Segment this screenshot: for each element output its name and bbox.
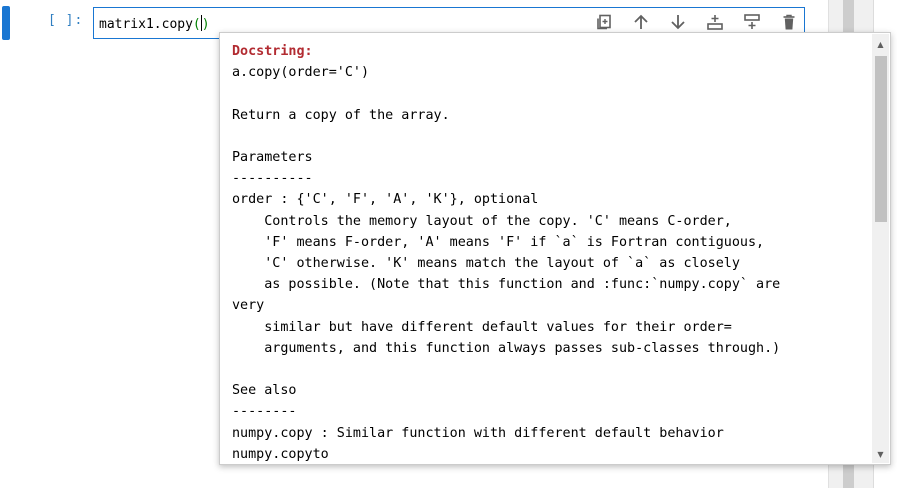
- docstring-line: arguments, and this function always pass…: [232, 340, 781, 356]
- scroll-up-arrow-icon[interactable]: ▲: [872, 36, 889, 53]
- docstring-line: numpy.copy : Similar function with diffe…: [232, 425, 724, 441]
- insert-above-button[interactable]: [696, 10, 733, 34]
- code-text: matrix1.copy: [99, 17, 193, 32]
- docstring-line: numpy.copyto: [232, 446, 329, 462]
- docstring-line: [232, 126, 862, 147]
- delete-button[interactable]: [770, 10, 807, 34]
- docstring-line: as possible. (Note that this function an…: [232, 277, 781, 293]
- docstring-line: Controls the memory layout of the copy. …: [232, 213, 732, 229]
- insert-above-icon: [706, 15, 723, 30]
- docstring-body: a.copy(order='C') Return a copy of the ar…: [232, 62, 862, 465]
- docstring-line: [232, 83, 862, 104]
- cell-prompt: [ ]:: [48, 13, 84, 28]
- paren-open: (: [192, 17, 201, 32]
- insert-below-icon: [743, 14, 760, 29]
- docstring-line: [232, 359, 862, 380]
- docstring-line: 'C' otherwise. 'K' means match the layou…: [232, 256, 740, 271]
- duplicate-button[interactable]: [585, 10, 622, 34]
- docstring-line: Parameters: [232, 149, 313, 165]
- move-down-icon: [670, 15, 685, 30]
- duplicate-icon: [596, 14, 611, 30]
- tooltip-scrollbar-thumb[interactable]: [875, 56, 887, 222]
- docstring-line: See also: [232, 383, 297, 399]
- insert-below-button[interactable]: [733, 10, 770, 34]
- paren-close: ): [201, 17, 210, 32]
- docstring-line: --------: [232, 404, 297, 420]
- docstring-line: a.copy(order='C'): [232, 65, 370, 81]
- docstring-content: Docstring: a.copy(order='C') Return a copy…: [232, 41, 862, 465]
- docstring-tooltip: Docstring: a.copy(order='C') Return a copy…: [219, 32, 891, 465]
- docstring-line: 'F' means F-order, 'A' means 'F' if `a` …: [232, 234, 765, 250]
- tooltip-scrollbar[interactable]: ▲ ▼: [872, 34, 889, 463]
- docstring-line: Return a copy of the array.: [232, 107, 450, 123]
- docstring-heading: Docstring:: [232, 44, 313, 59]
- code-parens: (): [192, 15, 210, 32]
- cell-toolbar: [585, 10, 807, 34]
- move-up-icon: [633, 14, 648, 29]
- docstring-line: ----------: [232, 171, 313, 187]
- scroll-down-arrow-icon[interactable]: ▼: [872, 446, 889, 463]
- move-down-button[interactable]: [659, 10, 696, 34]
- code-line[interactable]: matrix1.copy(): [99, 15, 210, 32]
- docstring-line: order : {'C', 'F', 'A', 'K'}, optional: [232, 192, 539, 208]
- delete-icon: [783, 14, 794, 30]
- docstring-line: similar but have different default value…: [232, 319, 732, 335]
- active-cell-indicator: [2, 6, 10, 40]
- docstring-line: very: [232, 298, 265, 314]
- move-up-button[interactable]: [622, 10, 659, 34]
